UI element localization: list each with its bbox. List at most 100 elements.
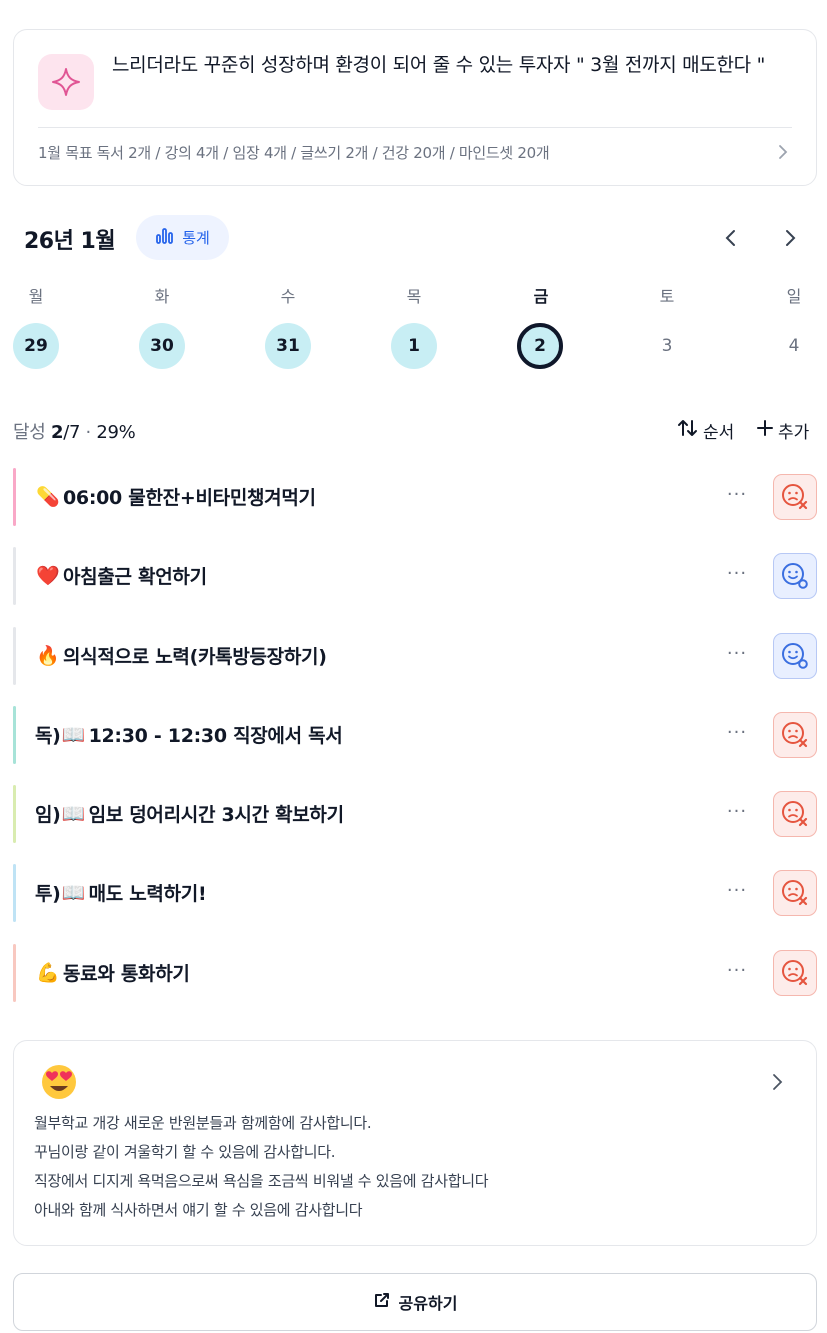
habit-row[interactable]: 독) 📖 12:30 - 12:30 직장에서 독서 ···	[13, 706, 817, 764]
day-cell[interactable]: 3	[644, 323, 690, 369]
share-button[interactable]: 공유하기	[13, 1273, 817, 1331]
goal-statement: 느리더라도 꾸준히 성장하며 환경이 되어 줄 수 있는 투자자 " 3월 전까…	[112, 54, 766, 76]
more-options-icon[interactable]: ···	[723, 480, 751, 508]
stats-label: 통계	[182, 229, 210, 247]
more-options-icon[interactable]: ···	[723, 876, 751, 904]
habit-label: 독) 📖 12:30 - 12:30 직장에서 독서	[35, 721, 343, 748]
habit-emoji-icon: 💊	[36, 486, 60, 508]
habit-accent-bar	[13, 785, 16, 843]
chevron-right-icon[interactable]	[774, 142, 792, 162]
habit-label: 💊 06:00 물한잔+비타민챙겨먹기	[35, 483, 316, 510]
heart-eyes-emoji-icon	[40, 1063, 78, 1101]
progress-total: /7	[63, 422, 81, 443]
more-options-icon[interactable]: ···	[723, 718, 751, 746]
add-button[interactable]: 추가	[756, 418, 809, 443]
habit-accent-bar	[13, 468, 16, 526]
chevron-left-icon	[725, 230, 735, 246]
order-label: 순서	[703, 423, 735, 443]
habit-emoji-icon: ❤️	[36, 565, 60, 587]
weekday-fri: 금	[533, 287, 549, 306]
status-missed-button[interactable]	[773, 950, 817, 996]
habit-label: 🔥 의식적으로 노력(카톡방등장하기)	[35, 642, 327, 669]
habit-emoji-icon: 📖	[61, 803, 86, 825]
habit-category-prefix: 임)	[35, 804, 61, 826]
weekday-mon: 월	[28, 287, 44, 306]
habit-label: 💪 동료와 통화하기	[35, 959, 190, 986]
prev-week-button[interactable]	[717, 224, 745, 252]
habit-accent-bar	[13, 864, 16, 922]
habit-emoji-icon: 📖	[61, 724, 86, 746]
day-cell[interactable]: 30	[139, 323, 185, 369]
share-label: 공유하기	[398, 1294, 458, 1313]
habit-label: 임) 📖 임보 덩어리시간 3시간 확보하기	[35, 800, 344, 827]
weekday-thu: 목	[406, 287, 422, 306]
habit-accent-bar	[13, 944, 16, 1002]
habit-accent-bar	[13, 547, 16, 605]
status-missed-button[interactable]	[773, 870, 817, 916]
gratitude-line: 직장에서 디지게 욕먹음으로써 욕심을 조금씩 비워낼 수 있음에 감사합니다	[34, 1172, 489, 1190]
more-options-icon[interactable]: ···	[723, 797, 751, 825]
next-week-button[interactable]	[776, 224, 804, 252]
habit-accent-bar	[13, 627, 16, 685]
gratitude-line: 월부학교 개강 새로운 반원분들과 함께함에 감사합니다.	[34, 1114, 372, 1132]
weekday-sat: 토	[659, 287, 675, 306]
day-cell[interactable]: 1	[391, 323, 437, 369]
more-options-icon[interactable]: ···	[723, 956, 751, 984]
day-cell[interactable]: 31	[265, 323, 311, 369]
bar-chart-icon	[155, 227, 175, 249]
status-done-button[interactable]	[773, 633, 817, 679]
status-missed-button[interactable]	[773, 712, 817, 758]
habit-title: 동료와 통화하기	[63, 963, 190, 985]
habit-label: ❤️ 아침출근 확언하기	[35, 562, 207, 589]
habit-title: 임보 덩어리시간 3시간 확보하기	[88, 804, 345, 826]
plus-icon	[756, 419, 774, 442]
habit-emoji-icon: 🔥	[36, 645, 60, 667]
divider	[38, 127, 792, 128]
habit-row[interactable]: 임) 📖 임보 덩어리시간 3시간 확보하기 ···	[13, 785, 817, 843]
gratitude-card[interactable]: 월부학교 개강 새로운 반원분들과 함께함에 감사합니다. 꾸님이랑 같이 겨울…	[13, 1040, 817, 1246]
order-button[interactable]: 순서	[676, 418, 734, 443]
habit-title: 매도 노력하기!	[88, 883, 207, 905]
weekday-sun: 일	[786, 287, 802, 306]
habit-emoji-icon: 💪	[36, 962, 60, 984]
habit-label: 투) 📖 매도 노력하기!	[35, 879, 207, 906]
habit-category-prefix: 투)	[35, 883, 61, 905]
sparkle-icon	[38, 54, 94, 110]
weekday-tue: 화	[154, 287, 170, 306]
day-cell-today[interactable]: 2	[517, 323, 563, 369]
habit-emoji-icon: 📖	[61, 882, 86, 904]
status-missed-button[interactable]	[773, 791, 817, 837]
chevron-right-icon[interactable]	[770, 1071, 786, 1093]
day-cell[interactable]: 4	[771, 323, 817, 369]
habit-title: 의식적으로 노력(카톡방등장하기)	[63, 646, 327, 668]
habit-row[interactable]: 💊 06:00 물한잔+비타민챙겨먹기 ···	[13, 468, 817, 526]
progress-summary: 달성 2/7 · 29%	[13, 418, 136, 444]
month-goal-summary: 1월 목표 독서 2개 / 강의 4개 / 임장 4개 / 글쓰기 2개 / 건…	[38, 144, 550, 162]
habit-title: 12:30 - 12:30 직장에서 독서	[88, 725, 343, 747]
habit-row[interactable]: 투) 📖 매도 노력하기! ···	[13, 864, 817, 922]
stats-button[interactable]: 통계	[136, 215, 229, 260]
external-link-icon	[373, 1291, 391, 1313]
habit-row[interactable]: ❤️ 아침출근 확언하기 ···	[13, 547, 817, 605]
habit-title: 06:00 물한잔+비타민챙겨먹기	[63, 487, 316, 509]
gratitude-text: 월부학교 개강 새로운 반원분들과 함께함에 감사합니다. 꾸님이랑 같이 겨울…	[34, 1109, 489, 1225]
more-options-icon[interactable]: ···	[723, 639, 751, 667]
day-cell[interactable]: 29	[13, 323, 59, 369]
more-options-icon[interactable]: ···	[723, 559, 751, 587]
habit-row[interactable]: 💪 동료와 통화하기 ···	[13, 944, 817, 1002]
progress-done: 2	[50, 422, 64, 443]
sort-icon	[676, 418, 700, 443]
status-done-button[interactable]	[773, 553, 817, 599]
habit-row[interactable]: 🔥 의식적으로 노력(카톡방등장하기) ···	[13, 627, 817, 685]
weekday-wed: 수	[280, 287, 296, 306]
habit-accent-bar	[13, 706, 16, 764]
goal-card[interactable]: 느리더라도 꾸준히 성장하며 환경이 되어 줄 수 있는 투자자 " 3월 전까…	[13, 29, 817, 186]
progress-label: 달성	[13, 422, 46, 443]
gratitude-line: 꾸님이랑 같이 겨울학기 할 수 있음에 감사합니다.	[34, 1143, 336, 1161]
chevron-right-icon	[786, 230, 796, 246]
progress-sep: ·	[80, 422, 97, 443]
status-missed-button[interactable]	[773, 474, 817, 520]
add-label: 추가	[778, 423, 810, 443]
gratitude-line: 아내와 함께 식사하면서 얘기 할 수 있음에 감사합니다	[34, 1201, 363, 1219]
habit-title: 아침출근 확언하기	[63, 566, 207, 588]
